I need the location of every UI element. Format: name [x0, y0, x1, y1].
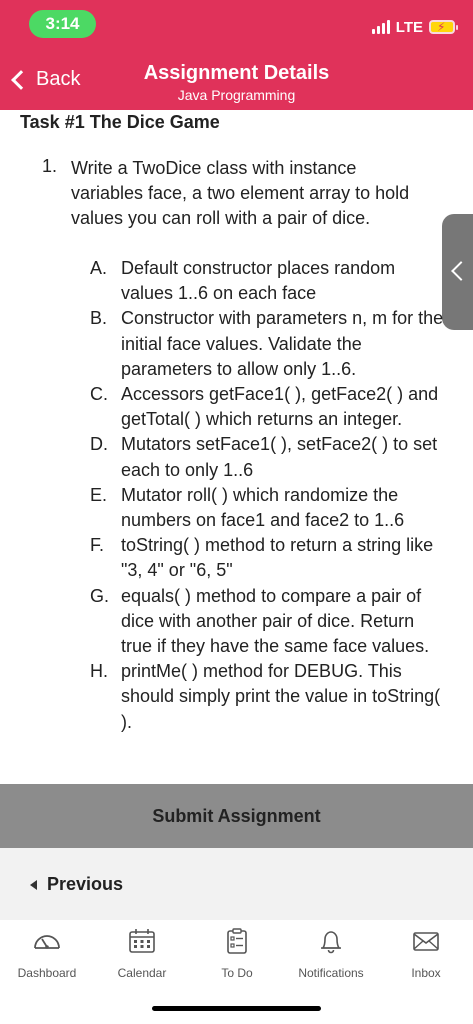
- submit-label: Submit Assignment: [152, 805, 321, 826]
- pager-area: Previous: [0, 848, 473, 920]
- signal-icon: [371, 20, 390, 34]
- list-item-letter: E.: [90, 484, 108, 505]
- tab-label: Notifications: [298, 966, 364, 980]
- tab-dashboard[interactable]: Dashboard: [2, 928, 92, 980]
- header: 3:14 LTE ⚡ Assignment Details Java Progr…: [0, 0, 473, 110]
- tab-todo[interactable]: To Do: [192, 928, 282, 980]
- caret-left-icon: [30, 879, 37, 890]
- list-item-text: Constructor with parameters n, m for the…: [121, 308, 444, 379]
- list-item-letter: H.: [90, 661, 108, 682]
- assignment-content[interactable]: Task #1 The Dice Game 1. Write a TwoDice…: [0, 110, 473, 784]
- list-item-text: toString( ) method to return a string li…: [121, 535, 434, 581]
- dashboard-icon: [32, 928, 62, 954]
- list-item: F. toString( ) method to return a string …: [90, 533, 450, 583]
- question-number: 1.: [42, 156, 58, 176]
- tab-inbox[interactable]: Inbox: [381, 928, 471, 980]
- list-item-text: Mutator roll( ) which randomize the numb…: [121, 484, 405, 531]
- list-item-letter: C.: [90, 384, 108, 405]
- list-item-text: Default constructor places random values…: [121, 258, 396, 304]
- tab-calendar[interactable]: Calendar: [97, 928, 187, 980]
- home-indicator[interactable]: [152, 1006, 321, 1011]
- previous-label: Previous: [47, 874, 124, 894]
- tab-label: Dashboard: [17, 966, 77, 980]
- question-text: Write a TwoDice class with instance vari…: [71, 158, 410, 228]
- list-item-text: Mutators setFace1( ), setFace2( ) to set…: [121, 434, 438, 480]
- screen: 3:14 LTE ⚡ Assignment Details Java Progr…: [0, 0, 473, 1024]
- list-item: E. Mutator roll( ) which randomize the nu…: [90, 483, 450, 533]
- todo-icon: [222, 928, 252, 954]
- list-item-letter: F.: [90, 535, 105, 556]
- previous-button[interactable]: Previous: [30, 874, 123, 895]
- requirements-list: A. Default constructor places random valu…: [90, 256, 450, 735]
- list-item-text: Accessors getFace1( ), getFace2( ) and g…: [121, 384, 439, 430]
- list-item: D. Mutators setFace1( ), setFace2( ) to s…: [90, 432, 450, 482]
- bell-icon: [316, 928, 346, 954]
- list-item: B. Constructor with parameters n, m for t…: [90, 306, 450, 382]
- back-button[interactable]: Back: [8, 68, 80, 91]
- list-item: A. Default constructor places random valu…: [90, 256, 450, 306]
- list-item-letter: A.: [90, 258, 108, 278]
- submit-assignment-button[interactable]: Submit Assignment: [0, 784, 473, 848]
- inbox-icon: [411, 928, 441, 954]
- charging-bolt-icon: ⚡: [437, 20, 446, 34]
- list-item-text: equals( ) method to compare a pair of di…: [121, 585, 430, 657]
- back-label: Back: [36, 68, 81, 90]
- chevron-left-icon: [11, 69, 31, 90]
- list-item-letter: D.: [90, 434, 108, 455]
- list-item-text: printMe( ) method for DEBUG. This should…: [121, 661, 441, 732]
- status-indicators: LTE ⚡: [371, 17, 458, 37]
- battery-icon: ⚡: [429, 20, 458, 34]
- list-item: H. printMe( ) method for DEBUG. This shou…: [90, 659, 450, 735]
- list-item-letter: G.: [90, 585, 110, 606]
- task-title: Task #1 The Dice Game: [20, 112, 220, 132]
- list-item: G. equals( ) method to compare a pair of …: [90, 584, 450, 660]
- tab-label: Calendar: [117, 966, 167, 980]
- list-item: C. Accessors getFace1( ), getFace2( ) and…: [90, 382, 450, 432]
- calendar-icon: [127, 928, 157, 954]
- tab-label: Inbox: [411, 966, 441, 980]
- chevron-left-icon: [451, 261, 471, 281]
- network-label: LTE: [395, 18, 423, 36]
- tab-label: To Do: [221, 966, 253, 980]
- list-item-letter: B.: [90, 308, 108, 329]
- tab-notifications[interactable]: Notifications: [286, 928, 376, 980]
- status-time[interactable]: 3:14: [29, 10, 96, 38]
